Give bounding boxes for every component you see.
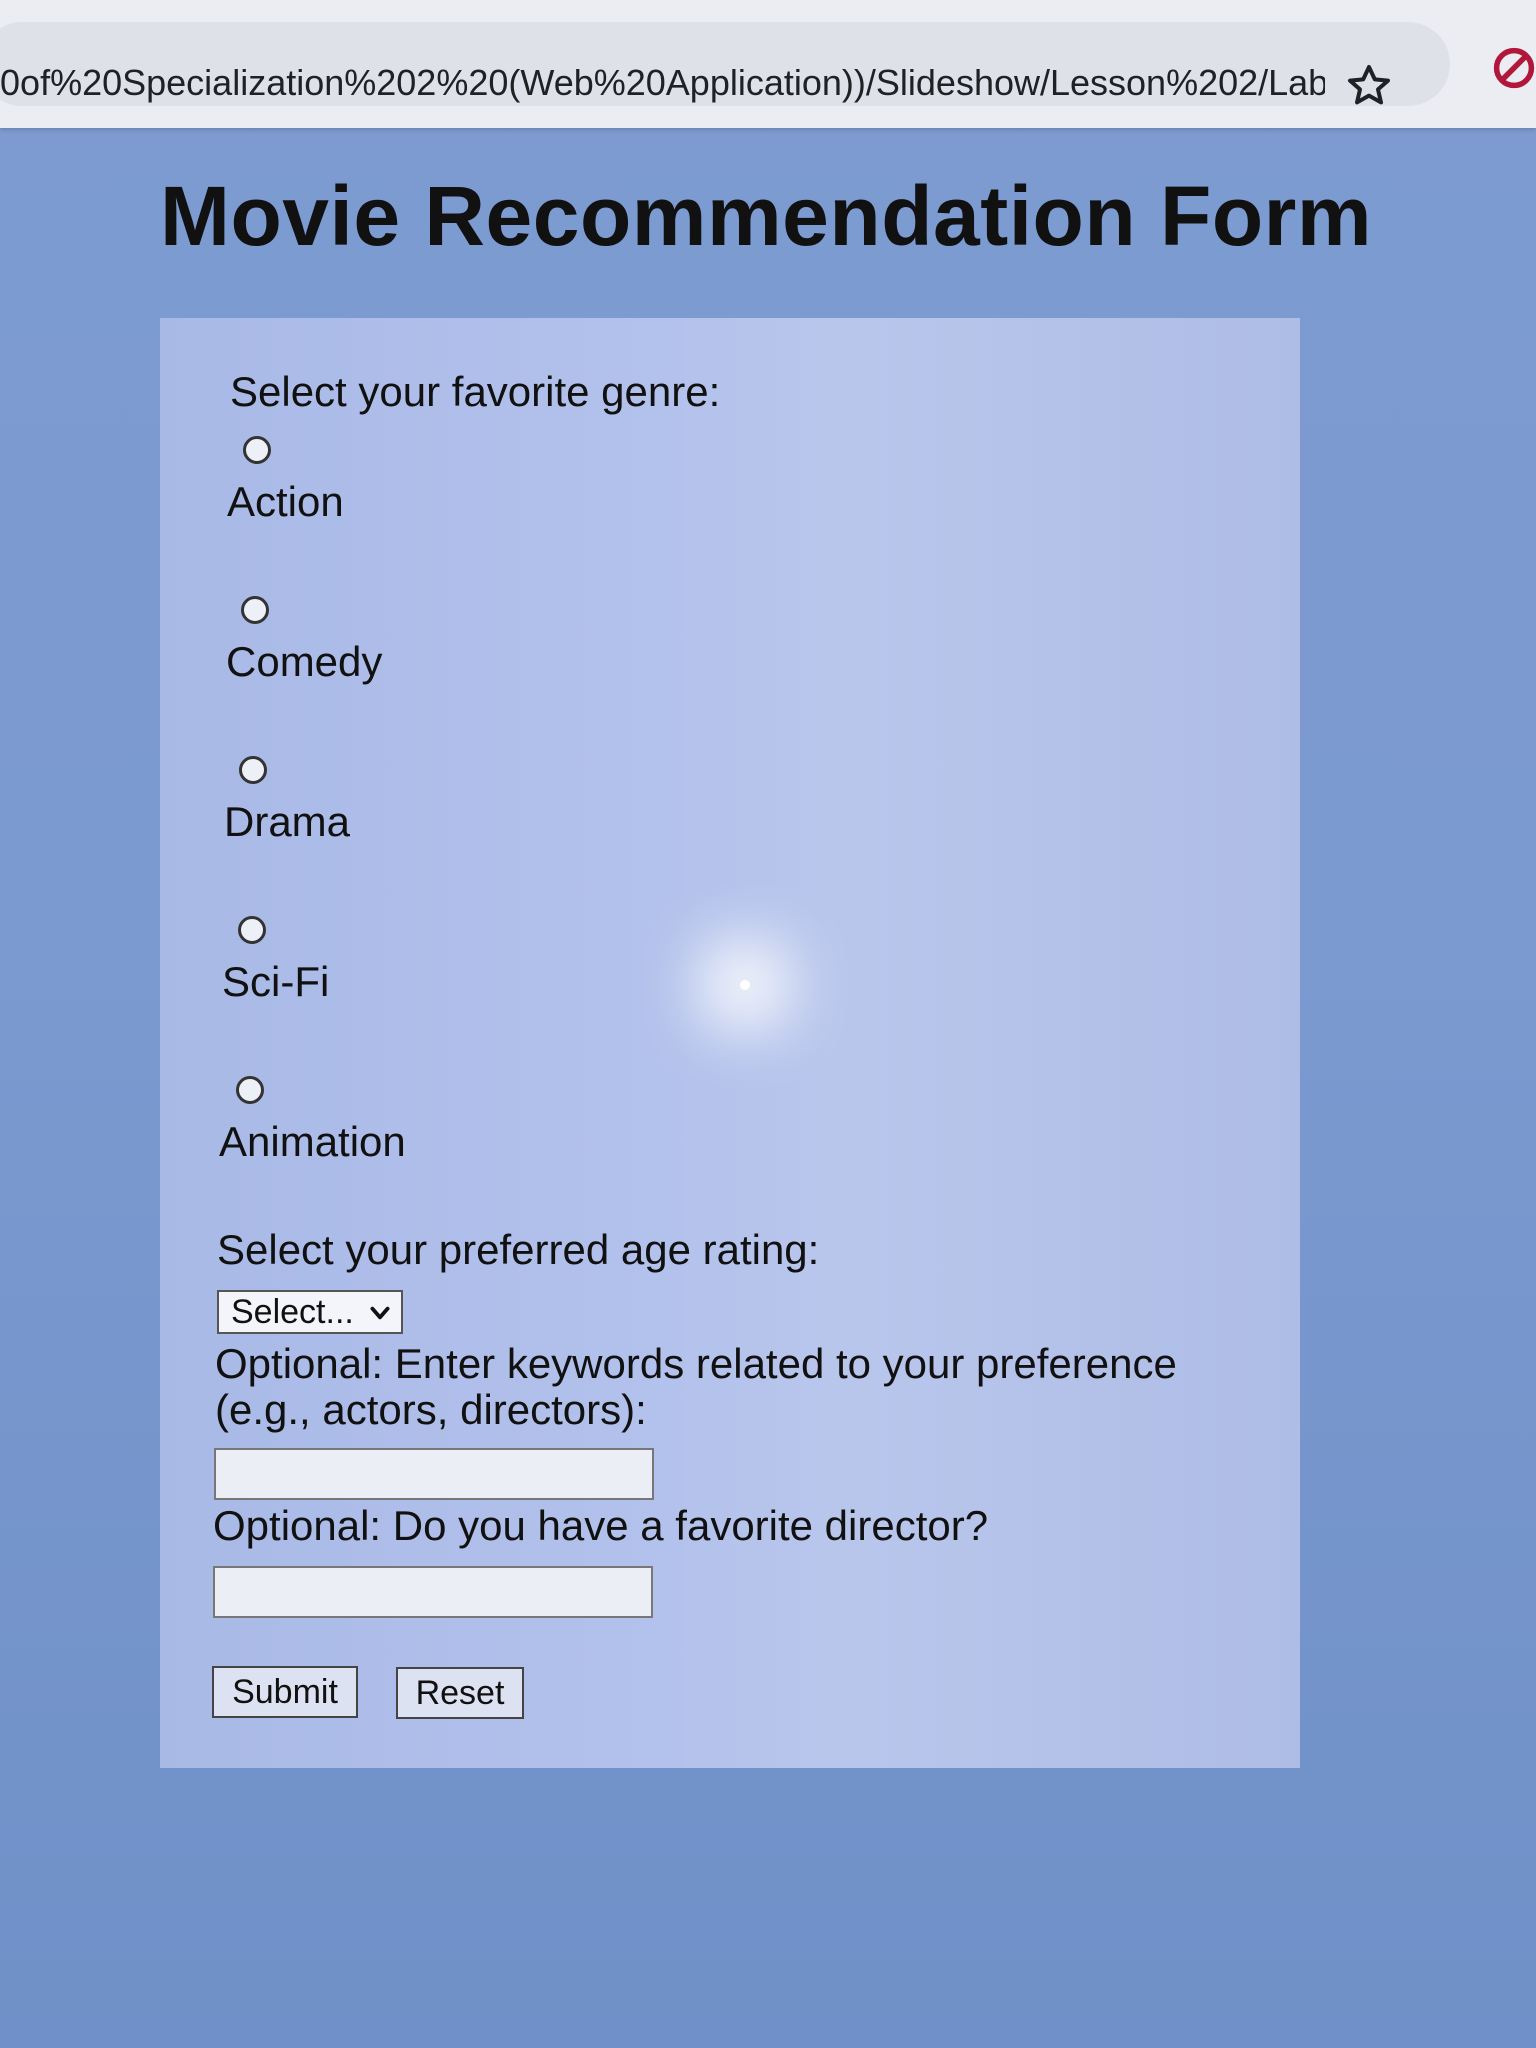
keywords-input[interactable] <box>214 1448 654 1500</box>
submit-button[interactable]: Submit <box>212 1666 358 1718</box>
genre-label-comedy[interactable]: Comedy <box>226 638 382 686</box>
genre-label-action[interactable]: Action <box>227 478 344 526</box>
age-rating-selected-value: Select... <box>231 1293 354 1331</box>
keywords-prompt-line1: Optional: Enter keywords related to your… <box>215 1340 1177 1387</box>
page-title: Movie Recommendation Form <box>160 169 1373 263</box>
radio-scifi[interactable] <box>238 916 266 944</box>
genre-label-drama[interactable]: Drama <box>224 798 350 846</box>
genre-prompt: Select your favorite genre: <box>230 368 721 415</box>
genre-label-animation[interactable]: Animation <box>219 1118 406 1166</box>
form-panel <box>160 318 1300 1768</box>
age-rating-prompt: Select your preferred age rating: <box>217 1226 820 1273</box>
blocked-icon[interactable] <box>1492 46 1536 90</box>
radio-drama[interactable] <box>239 756 267 784</box>
url-text[interactable]: 20of%20Specialization%202%20(Web%20Appli… <box>0 62 1325 104</box>
reset-button[interactable]: Reset <box>396 1667 524 1719</box>
browser-toolbar: 20of%20Specialization%202%20(Web%20Appli… <box>0 0 1536 128</box>
age-rating-select[interactable]: Select... <box>217 1290 403 1334</box>
director-prompt: Optional: Do you have a favorite directo… <box>213 1502 989 1549</box>
bookmark-star-icon[interactable] <box>1345 62 1393 110</box>
radio-animation[interactable] <box>236 1076 264 1104</box>
director-input[interactable] <box>213 1566 653 1618</box>
keywords-prompt-line2: (e.g., actors, directors): <box>215 1386 647 1433</box>
chevron-down-icon <box>370 1306 390 1320</box>
radio-comedy[interactable] <box>241 596 269 624</box>
address-bar[interactable]: 20of%20Specialization%202%20(Web%20Appli… <box>0 22 1450 106</box>
radio-action[interactable] <box>243 436 271 464</box>
genre-label-scifi[interactable]: Sci-Fi <box>222 958 329 1006</box>
